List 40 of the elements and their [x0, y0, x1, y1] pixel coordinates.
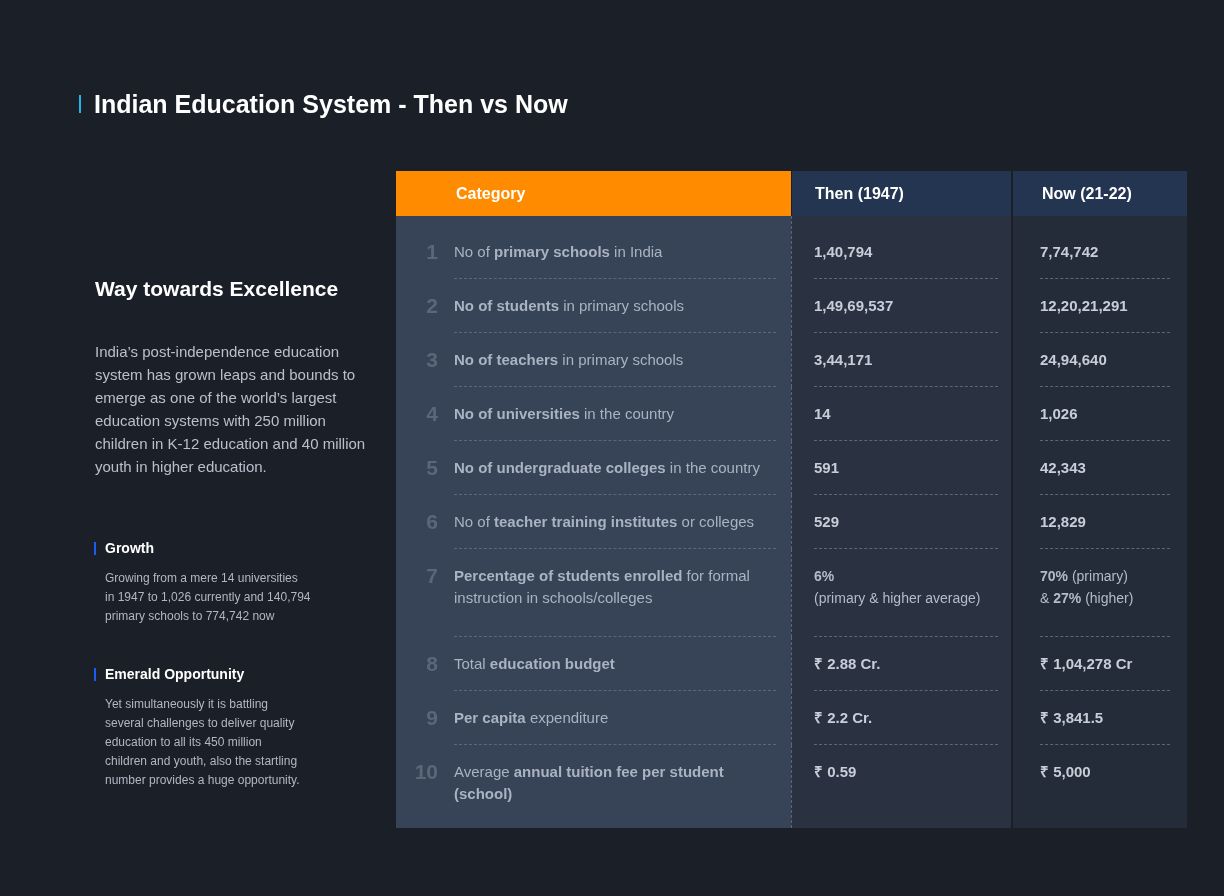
highlight-heading: Emerald Opportunity — [105, 665, 245, 684]
then-value: ₹ 2.88 Cr. — [814, 654, 882, 674]
category-text: No of students in primary schools — [454, 296, 686, 316]
then-value: 591 — [814, 458, 841, 478]
page-title: Indian Education System - Then vs Now — [94, 89, 568, 120]
now-value: 70% (primary) & 27% (higher) — [1040, 567, 1135, 608]
section-heading: Way towards Excellence — [95, 276, 340, 302]
category-text: No of undergraduate colleges in the country — [454, 458, 761, 478]
category-text: Total education budget — [454, 654, 616, 674]
category-text: No of universities in the country — [454, 404, 676, 424]
highlight-heading: Growth — [105, 539, 154, 558]
column-header: Now (21-22) — [1011, 171, 1187, 216]
category-text: No of primary schools in India — [454, 242, 664, 262]
intro-paragraph: India’s post-independence education system has grown leaps and bounds to emerge as one of the world’s largest education systems with 250 million children in K-12 education and 40 million youth in higher education. — [95, 342, 367, 477]
then-value: 3,44,171 — [814, 350, 874, 370]
then-value: 1,40,794 — [814, 242, 874, 262]
then-value: 6% (primary & higher average) — [814, 567, 982, 608]
now-value: 7,74,742 — [1040, 242, 1100, 262]
category-text: Average annual tuition fee per student (school) — [454, 762, 725, 804]
now-value: ₹ 5,000 — [1040, 762, 1092, 782]
then-value: ₹ 0.59 — [814, 762, 858, 782]
now-value: 24,94,640 — [1040, 350, 1108, 370]
now-value: 12,20,21,291 — [1040, 296, 1129, 316]
then-value: 529 — [814, 512, 841, 532]
column-header: Category — [396, 171, 791, 216]
category-text: No of teacher training institutes or colleges — [454, 512, 756, 532]
now-value: 12,829 — [1040, 512, 1087, 532]
column-header: Then (1947) — [791, 171, 1011, 216]
category-text: Percentage of students enrolled for formal instruction in schools/colleges — [454, 566, 751, 608]
highlight-text: Yet simultaneously it is battling several challenges to deliver quality education to all its 450 million children and youth, also the startling number provides a huge opportunity. — [105, 696, 301, 789]
then-value: 1,49,69,537 — [814, 296, 895, 316]
category-text: No of teachers in primary schools — [454, 350, 685, 370]
then-value: 14 — [814, 404, 832, 424]
category-text: Per capita expenditure — [454, 708, 610, 728]
then-value: ₹ 2.2 Cr. — [814, 708, 874, 728]
highlight-text: Growing from a mere 14 universities in 1947 to 1,026 currently and 140,794 primary schools to 774,742 now — [105, 570, 312, 625]
now-value: ₹ 3,841.5 — [1040, 708, 1105, 728]
now-value: ₹ 1,04,278 Cr — [1040, 654, 1134, 674]
now-value: 1,026 — [1040, 404, 1079, 424]
now-value: 42,343 — [1040, 458, 1087, 478]
